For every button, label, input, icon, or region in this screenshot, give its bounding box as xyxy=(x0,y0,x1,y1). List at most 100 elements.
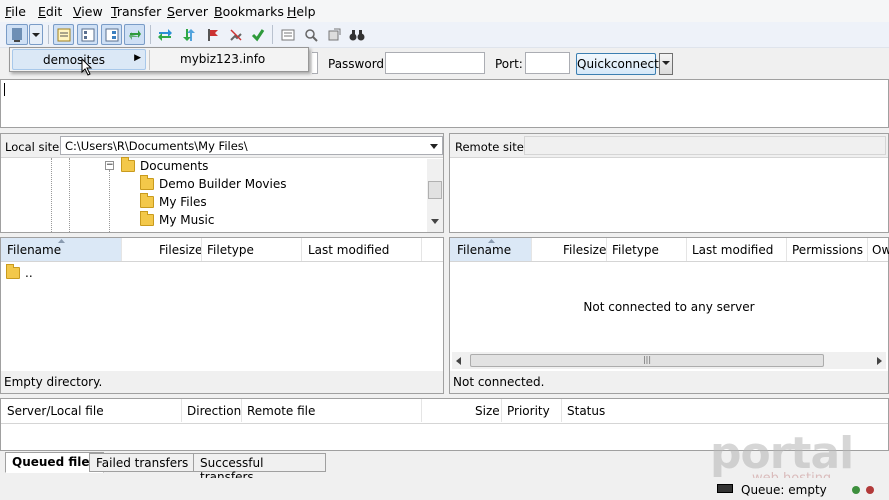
col-filesize[interactable]: Filesize xyxy=(563,243,606,257)
process-queue-icon xyxy=(182,28,195,41)
filter-icon xyxy=(281,29,294,40)
mouse-cursor-icon xyxy=(81,58,93,76)
tree-item-my-files[interactable]: My Files xyxy=(140,193,207,209)
chevron-down-icon xyxy=(32,32,40,37)
col-filesize[interactable]: Filesize xyxy=(159,243,202,257)
tree-item-label: My Files xyxy=(159,195,207,209)
bottom-status-bar: Queue: empty xyxy=(0,478,889,500)
menu-server[interactable]: Server xyxy=(167,4,208,19)
host-field-edge[interactable] xyxy=(312,52,318,74)
col-owner[interactable]: Ow xyxy=(872,243,889,257)
refresh-button[interactable] xyxy=(154,24,175,45)
popup-separator xyxy=(149,50,150,70)
col-direction[interactable]: Direction xyxy=(187,404,241,418)
local-status-bar: Empty directory. xyxy=(1,371,443,393)
compare-directories-button[interactable] xyxy=(300,24,321,45)
toggle-queue-button[interactable] xyxy=(124,24,145,45)
directory-listing-filters-button[interactable] xyxy=(277,24,298,45)
upload-led-icon xyxy=(852,486,860,494)
cancel-operation-button[interactable] xyxy=(202,24,223,45)
quickconnect-history-dropdown[interactable] xyxy=(659,53,673,75)
local-tree-panel: Local site: C:\Users\R\Documents\My File… xyxy=(0,133,444,233)
sort-ascending-icon xyxy=(488,239,495,243)
col-filetype[interactable]: Filetype xyxy=(612,243,659,257)
refresh-icon xyxy=(157,28,172,41)
col-filetype[interactable]: Filetype xyxy=(207,243,254,257)
col-priority[interactable]: Priority xyxy=(507,404,550,418)
site-manager-popup-menu: demosites ▶ mybiz123.info xyxy=(9,47,309,72)
scroll-down-icon xyxy=(431,219,439,224)
server-icon xyxy=(717,484,733,493)
menu-bookmarks[interactable]: Bookmarks xyxy=(214,4,284,19)
menu-view[interactable]: View xyxy=(73,4,103,19)
site-manager-icon xyxy=(12,27,22,42)
remote-tree-icon xyxy=(105,28,118,41)
menu-transfer[interactable]: Transfer xyxy=(111,4,161,19)
disconnect-button[interactable] xyxy=(225,24,246,45)
tree-item-demo-builder-movies[interactable]: Demo Builder Movies xyxy=(140,175,287,191)
col-filename[interactable]: Filename xyxy=(457,243,511,257)
remote-h-scrollbar[interactable]: ||| xyxy=(452,352,886,369)
sync-browsing-icon xyxy=(328,28,340,40)
queue-column-headers: Server/Local file Direction Remote file … xyxy=(1,399,888,424)
scroll-left-icon xyxy=(456,357,461,365)
synchronized-browsing-button[interactable] xyxy=(323,24,344,45)
local-tree-scrollbar[interactable] xyxy=(427,159,443,232)
tab-failed-transfers[interactable]: Failed transfers xyxy=(89,453,196,472)
password-field[interactable] xyxy=(385,52,485,74)
remote-tree-panel: Remote site: xyxy=(449,133,889,233)
local-path-value: C:\Users\R\Documents\My Files\ xyxy=(65,139,248,153)
col-last-modified[interactable]: Last modified xyxy=(308,243,389,257)
remote-file-list: Filename Filesize Filetype Last modified… xyxy=(449,237,889,394)
tree-item-documents[interactable]: Documents xyxy=(121,157,208,173)
cancel-icon xyxy=(207,28,218,41)
toggle-local-tree-button[interactable] xyxy=(77,24,98,45)
popup-item-mybiz123[interactable]: mybiz123.info xyxy=(180,52,265,66)
local-path-combobox[interactable]: C:\Users\R\Documents\My Files\ xyxy=(60,136,443,155)
col-last-modified[interactable]: Last modified xyxy=(692,243,773,257)
not-connected-message: Not connected to any server xyxy=(583,300,755,314)
col-server-local-file[interactable]: Server/Local file xyxy=(7,404,104,418)
remote-site-label: Remote site: xyxy=(455,140,528,154)
local-site-label: Local site: xyxy=(5,140,64,154)
local-file-list: Filename Filesize Filetype Last modified… xyxy=(0,237,444,394)
tree-item-label: Demo Builder Movies xyxy=(159,177,287,191)
message-log[interactable] xyxy=(0,79,889,128)
chevron-down-icon xyxy=(662,61,670,65)
tree-item-my-music[interactable]: My Music xyxy=(140,211,214,227)
remote-path-combobox[interactable] xyxy=(524,136,886,155)
site-manager-button[interactable] xyxy=(6,24,28,45)
col-filename[interactable]: Filename xyxy=(7,243,61,257)
col-permissions[interactable]: Permissions xyxy=(792,243,863,257)
toggle-log-button[interactable] xyxy=(53,24,74,45)
process-queue-button[interactable] xyxy=(178,24,199,45)
menu-file[interactable]: File xyxy=(5,4,26,19)
quickconnect-button[interactable]: Quickconnect xyxy=(576,53,659,75)
menu-help[interactable]: Help xyxy=(287,4,316,19)
menu-bar: File Edit View Transfer Server Bookmarks… xyxy=(0,0,889,22)
menu-edit[interactable]: Edit xyxy=(38,4,62,19)
col-size[interactable]: Size xyxy=(475,404,500,418)
folder-icon xyxy=(140,193,154,208)
reconnect-icon xyxy=(251,28,264,41)
tree-collapse-toggle[interactable]: − xyxy=(105,161,114,170)
log-scrollbar[interactable] xyxy=(872,80,888,127)
port-field[interactable] xyxy=(525,52,570,74)
text-cursor xyxy=(4,83,5,96)
col-status[interactable]: Status xyxy=(567,404,605,418)
remote-status-bar: Not connected. xyxy=(450,371,888,393)
col-remote-file[interactable]: Remote file xyxy=(247,404,315,418)
site-manager-dropdown[interactable] xyxy=(29,24,43,45)
toggle-remote-tree-button[interactable] xyxy=(101,24,122,45)
remote-column-headers: Filename Filesize Filetype Last modified… xyxy=(450,238,889,262)
popup-item-demosites[interactable]: demosites ▶ xyxy=(12,49,146,70)
tab-successful-transfers[interactable]: Successful transfers xyxy=(193,453,326,484)
disconnect-icon xyxy=(229,28,242,41)
file-row-parent-dir[interactable]: .. xyxy=(6,264,33,280)
port-label: Port: xyxy=(495,57,523,71)
popup-item-label: demosites xyxy=(43,53,105,67)
reconnect-button[interactable] xyxy=(247,24,268,45)
folder-icon xyxy=(140,175,154,190)
compare-icon xyxy=(304,28,318,42)
search-remote-button[interactable] xyxy=(346,24,367,45)
